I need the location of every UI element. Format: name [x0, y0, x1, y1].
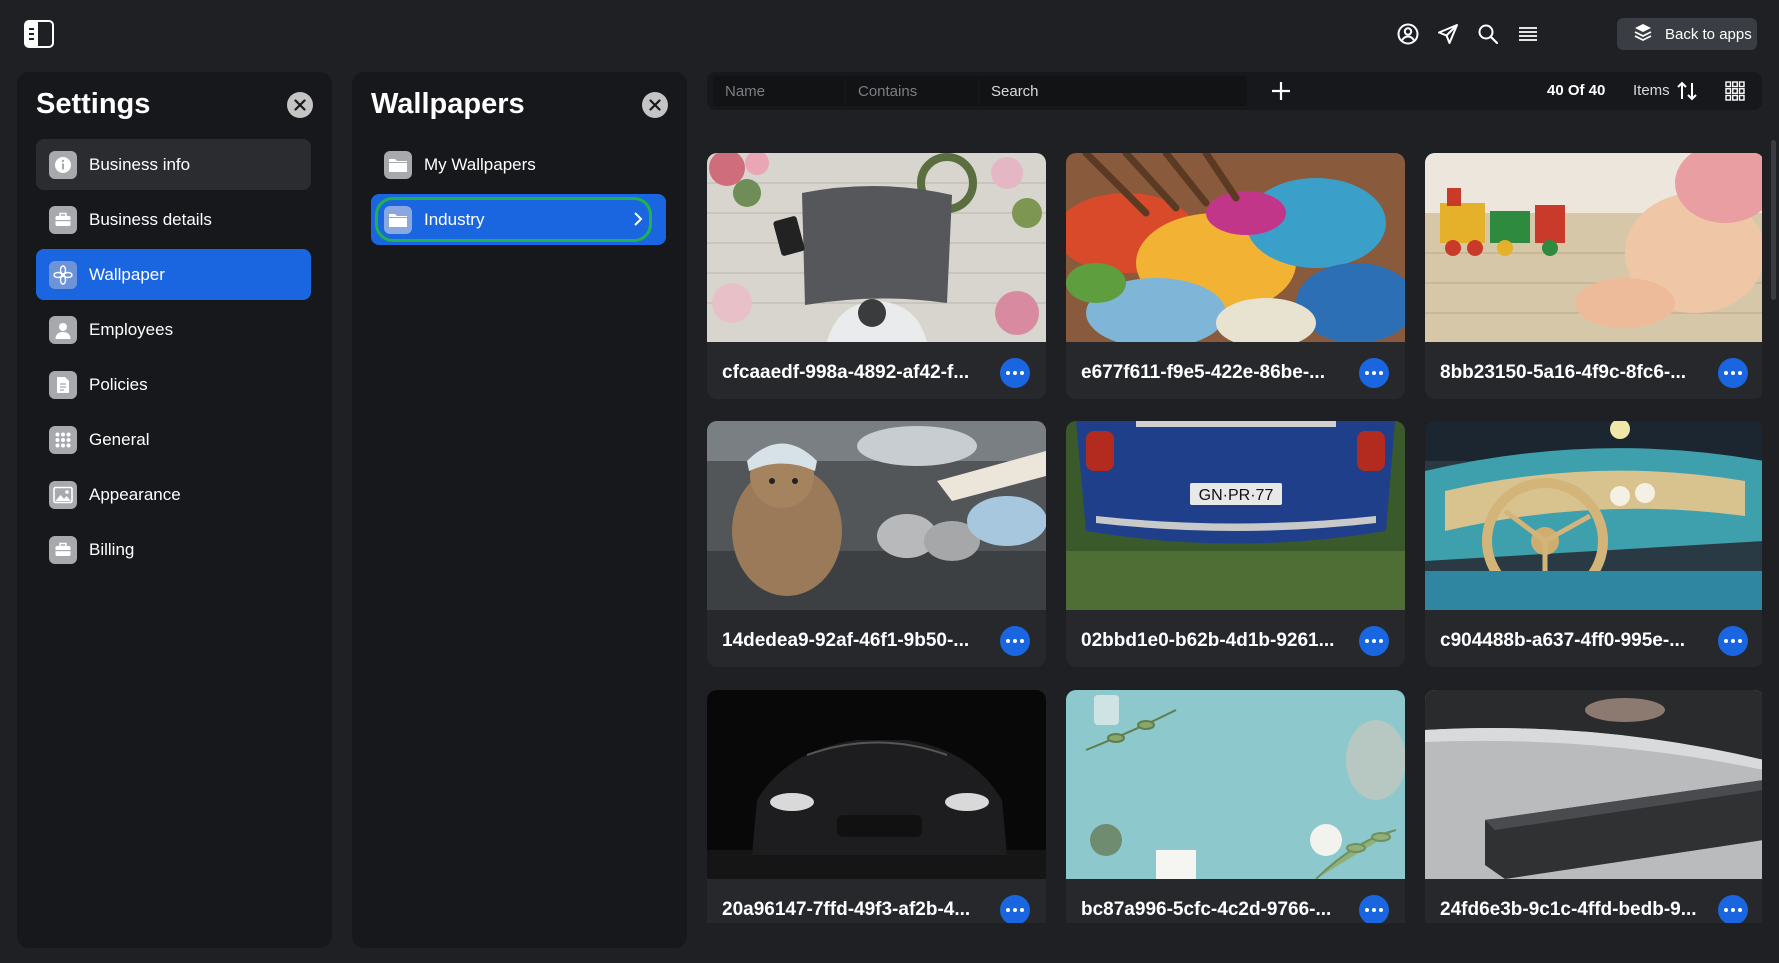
sidebar-item-billing[interactable]: Billing	[36, 524, 311, 575]
sidebar-item-label: Wallpaper	[89, 264, 165, 284]
wallpaper-card[interactable]: 24fd6e3b-9c1c-4ffd-bedb-9...	[1425, 690, 1762, 923]
wallpaper-thumbnail-black-car[interactable]	[707, 690, 1046, 879]
sidebar-item-label: Billing	[89, 539, 135, 559]
wallpaper-thumbnail-flowers-paper[interactable]	[707, 153, 1046, 342]
folder-label: My Wallpapers	[424, 154, 536, 174]
name-filter-input[interactable]: Name	[713, 76, 845, 106]
person-icon	[49, 315, 77, 344]
user-circle-icon[interactable]	[1395, 20, 1421, 48]
wallpaper-card[interactable]: GN·PR·77 02bbd1e0-b62b-4d1b-9261...	[1066, 421, 1405, 667]
more-options-button[interactable]	[1359, 895, 1389, 923]
more-options-button[interactable]	[1718, 895, 1748, 923]
close-icon	[294, 99, 306, 111]
close-icon	[649, 99, 661, 111]
sidebar-item-label: Appearance	[89, 484, 181, 504]
flower-icon	[49, 260, 77, 289]
folder-my-wallpapers[interactable]: My Wallpapers	[371, 139, 666, 190]
wallpapers-close-button[interactable]	[642, 92, 668, 118]
search-input[interactable]: Search	[979, 76, 1247, 106]
info-icon	[49, 150, 77, 179]
more-options-button[interactable]	[1359, 626, 1389, 656]
wallpaper-thumbnail-teal-flowers[interactable]	[1066, 690, 1405, 879]
sidebar-item-general[interactable]: General	[36, 414, 311, 465]
wallpaper-card[interactable]: c904488b-a637-4ff0-995e-...	[1425, 421, 1762, 667]
gallery-scrollbar[interactable]	[1771, 140, 1776, 300]
sidebar-item-label: Policies	[89, 374, 148, 394]
sidebar-item-appearance[interactable]: Appearance	[36, 469, 311, 520]
more-options-button[interactable]	[1359, 358, 1389, 388]
briefcase-icon	[49, 205, 77, 234]
sidebar-toggle-icon[interactable]	[24, 20, 54, 48]
more-options-button[interactable]	[1718, 626, 1748, 656]
wallpaper-filename: cfcaaedf-998a-4892-af42-f...	[722, 362, 970, 383]
image-icon	[49, 480, 77, 509]
document-icon	[49, 370, 77, 399]
sidebar-item-employees[interactable]: Employees	[36, 304, 311, 355]
wallpaper-filename: 24fd6e3b-9c1c-4ffd-bedb-9...	[1440, 899, 1697, 920]
wallpaper-card[interactable]: bc87a996-5cfc-4c2d-9766-...	[1066, 690, 1405, 923]
svg-text:GN·PR·77: GN·PR·77	[1199, 487, 1274, 504]
wallpaper-thumbnail-teddy-shoes[interactable]	[707, 421, 1046, 610]
menu-icon[interactable]	[1515, 20, 1541, 48]
grid-view-icon[interactable]	[1725, 81, 1745, 101]
settings-panel: Settings Business info Business details …	[17, 72, 332, 948]
wallpaper-thumbnail-soundbar[interactable]	[1425, 690, 1762, 879]
folder-icon	[384, 150, 412, 179]
sidebar-item-policies[interactable]: Policies	[36, 359, 311, 410]
wallpaper-card[interactable]: 20a96147-7ffd-49f3-af2b-4...	[707, 690, 1046, 923]
sidebar-item-label: Business info	[89, 154, 191, 174]
briefcase-icon	[49, 535, 77, 564]
wallpaper-thumbnail-blue-car[interactable]: GN·PR·77	[1066, 421, 1405, 610]
item-count: 40 Of 40	[1547, 82, 1606, 99]
wallpaper-thumbnail-toy-train[interactable]	[1425, 153, 1762, 342]
wallpaper-gallery: cfcaaedf-998a-4892-af42-f... e677f611-f9…	[707, 153, 1762, 923]
folder-industry[interactable]: Industry	[371, 194, 666, 245]
wallpaper-thumbnail-paint-palette[interactable]	[1066, 153, 1405, 342]
wallpaper-thumbnail-car-interior[interactable]	[1425, 421, 1762, 610]
sidebar-item-business-info[interactable]: Business info	[36, 139, 311, 190]
folder-icon	[384, 205, 412, 234]
more-options-button[interactable]	[1000, 626, 1030, 656]
wallpaper-filename: c904488b-a637-4ff0-995e-...	[1440, 630, 1686, 651]
wallpaper-card[interactable]: e677f611-f9e5-422e-86be-...	[1066, 153, 1405, 399]
wallpaper-filename: 02bbd1e0-b62b-4d1b-9261...	[1081, 630, 1335, 651]
sidebar-item-label: Employees	[89, 319, 174, 339]
top-bar: Back to apps	[0, 0, 1779, 68]
wallpapers-panel: Wallpapers My Wallpapers Industry	[352, 72, 687, 948]
contains-filter-select[interactable]: Contains	[846, 76, 978, 106]
plus-icon[interactable]	[1269, 79, 1293, 103]
search-icon[interactable]	[1475, 20, 1501, 48]
wallpapers-title: Wallpapers	[371, 88, 525, 120]
sidebar-item-label: Business details	[89, 209, 212, 229]
wallpaper-card[interactable]: 8bb23150-5a16-4f9c-8fc6-...	[1425, 153, 1762, 399]
wallpaper-filename: e677f611-f9e5-422e-86be-...	[1081, 362, 1325, 383]
items-label: Items	[1633, 82, 1670, 99]
more-options-button[interactable]	[1000, 895, 1030, 923]
sidebar-item-label: General	[89, 429, 150, 449]
back-to-apps-button[interactable]: Back to apps	[1617, 18, 1757, 50]
chevron-right-icon	[634, 212, 643, 226]
wallpaper-card[interactable]: cfcaaedf-998a-4892-af42-f...	[707, 153, 1046, 399]
gallery-toolbar: Name Contains Search 40 Of 40 Items	[707, 72, 1762, 110]
wallpaper-filename: 20a96147-7ffd-49f3-af2b-4...	[722, 899, 971, 920]
send-icon[interactable]	[1435, 20, 1461, 48]
back-to-apps-label: Back to apps	[1665, 25, 1752, 43]
wallpaper-filename: 8bb23150-5a16-4f9c-8fc6-...	[1440, 362, 1687, 383]
sidebar-item-wallpaper[interactable]: Wallpaper	[36, 249, 311, 300]
layers-icon	[1633, 22, 1653, 46]
grid-dots-icon	[49, 425, 77, 454]
settings-title: Settings	[36, 88, 151, 120]
more-options-button[interactable]	[1000, 358, 1030, 388]
wallpaper-card[interactable]: 14dedea9-92af-46f1-9b50-...	[707, 421, 1046, 667]
selection-highlight	[375, 197, 652, 242]
folder-label: Industry	[424, 209, 485, 229]
wallpaper-filename: 14dedea9-92af-46f1-9b50-...	[722, 630, 970, 651]
wallpaper-filename: bc87a996-5cfc-4c2d-9766-...	[1081, 899, 1332, 920]
sort-icon[interactable]	[1675, 79, 1699, 103]
settings-close-button[interactable]	[287, 92, 313, 118]
more-options-button[interactable]	[1718, 358, 1748, 388]
sidebar-item-business-details[interactable]: Business details	[36, 194, 311, 245]
